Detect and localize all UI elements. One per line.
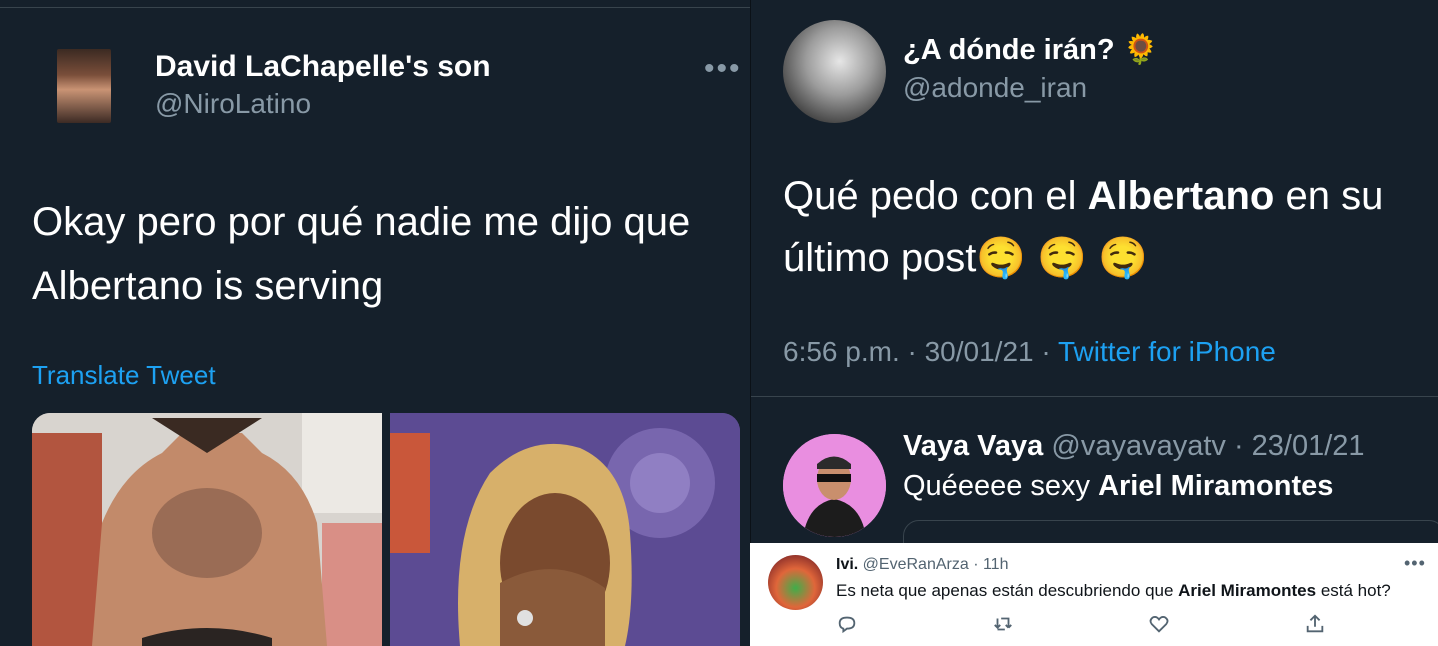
author-name[interactable]: Ivi.: [836, 556, 858, 573]
divider: [0, 7, 750, 8]
reply-icon[interactable]: [836, 613, 858, 635]
reply-header: Vaya Vaya @vayavayatv · 23/01/21: [903, 430, 1365, 463]
tweet-text-line: Qué pedo con el Albertano en su: [783, 174, 1384, 218]
author-name[interactable]: David LaChapelle's son: [155, 50, 491, 84]
avatar[interactable]: [783, 434, 886, 537]
left-tweet-card: David LaChapelle's son @NiroLatino ••• O…: [0, 0, 750, 646]
divider: [751, 396, 1438, 397]
tweet-text: Quéeeee sexy Ariel Miramontes: [903, 470, 1334, 502]
source-link[interactable]: Twitter for iPhone: [1058, 336, 1276, 367]
tweet-text-line: Okay pero por qué nadie me dijo que: [32, 200, 691, 244]
author-handle[interactable]: @NiroLatino: [155, 88, 311, 120]
avatar[interactable]: [783, 20, 886, 123]
tweet-text-line: último post🤤 🤤 🤤: [783, 236, 1149, 280]
author-handle[interactable]: @vayavayatv · 23/01/21: [1043, 430, 1364, 462]
embedded-light-tweet: Ivi. @EveRanArza · 11h ••• Es neta que a…: [750, 543, 1438, 646]
translate-tweet-link[interactable]: Translate Tweet: [32, 360, 216, 391]
tweet-photo[interactable]: [32, 413, 382, 646]
tweet-text: Qué pedo con el Albertano en su último p…: [783, 165, 1423, 289]
author-handle[interactable]: @EveRanArza · 11h: [858, 556, 1009, 573]
tweet-header: Ivi. @EveRanArza · 11h: [836, 556, 1008, 574]
avatar[interactable]: [57, 49, 111, 123]
tweet-text: Okay pero por qué nadie me dijo que Albe…: [32, 190, 747, 318]
retweet-icon[interactable]: [992, 613, 1014, 635]
share-icon[interactable]: [1304, 613, 1326, 635]
more-options-icon[interactable]: •••: [704, 52, 742, 86]
author-name[interactable]: Vaya Vaya: [903, 430, 1043, 462]
bold-mention: Albertano: [1087, 174, 1275, 218]
surprised-woman-photo: [390, 413, 740, 646]
avatar-illustration: [783, 434, 886, 537]
bold-mention: Ariel Miramontes: [1178, 581, 1317, 600]
tweet-text: Es neta que apenas están descubriendo qu…: [836, 581, 1391, 600]
avatar[interactable]: [768, 555, 823, 610]
tweet-text-line: Albertano is serving: [32, 264, 384, 308]
author-handle[interactable]: @adonde_iran: [903, 72, 1087, 104]
like-icon[interactable]: [1148, 613, 1170, 635]
tweet-photo[interactable]: [390, 413, 740, 646]
more-options-icon[interactable]: •••: [1404, 553, 1426, 574]
author-name[interactable]: ¿A dónde irán? 🌻: [903, 33, 1159, 67]
tweet-timestamp: 6:56 p.m. · 30/01/21 · Twitter for iPhon…: [783, 336, 1276, 367]
shirtless-man-photo: [32, 413, 382, 646]
bold-mention: Ariel Miramontes: [1098, 470, 1334, 502]
